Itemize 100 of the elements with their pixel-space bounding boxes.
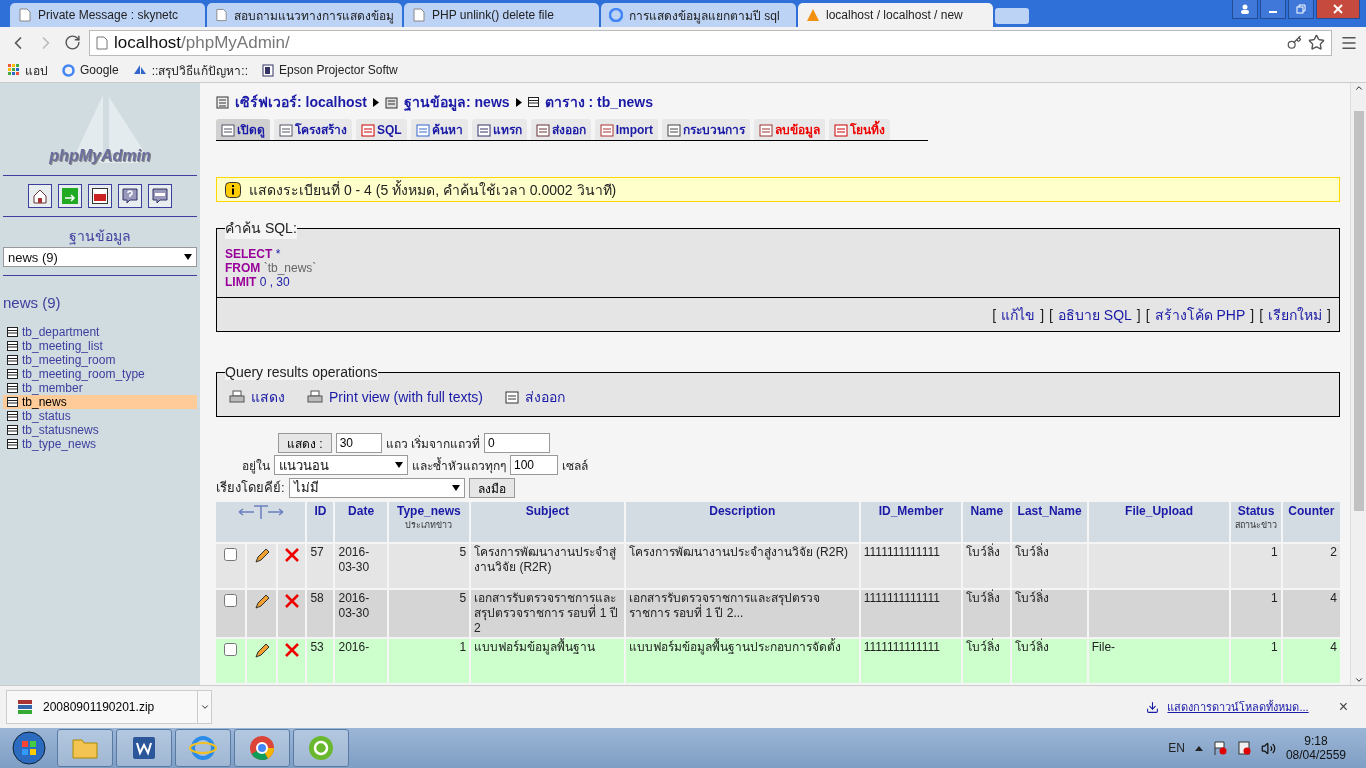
- key-icon[interactable]: [1287, 35, 1302, 50]
- operation-link[interactable]: Print view (with full texts): [307, 389, 484, 405]
- column-header[interactable]: Status สถานะข่าว: [1231, 502, 1281, 542]
- user-button[interactable]: [1232, 0, 1258, 19]
- address-field[interactable]: localhost/phpMyAdmin/: [89, 29, 1332, 56]
- pencil-icon[interactable]: [253, 548, 270, 564]
- pencil-icon[interactable]: [253, 594, 270, 610]
- table-tab[interactable]: Import: [594, 119, 658, 140]
- column-header[interactable]: ID_Member: [860, 502, 962, 542]
- table-tab[interactable]: เปิดดู: [216, 119, 270, 140]
- home-button[interactable]: [28, 184, 52, 208]
- delete-x-icon[interactable]: [284, 548, 299, 562]
- delete-x-icon[interactable]: [284, 594, 299, 608]
- table-link[interactable]: tb_statusnews: [3, 423, 197, 437]
- mode-select[interactable]: แนวนอน: [274, 455, 408, 475]
- table-tab[interactable]: กระบวนการ: [662, 119, 750, 140]
- sql-action-link[interactable]: แก้ไข: [1001, 303, 1036, 326]
- volume-icon[interactable]: [1260, 740, 1276, 756]
- pencil-icon[interactable]: [253, 643, 270, 659]
- taskbar-button[interactable]: [175, 729, 231, 767]
- table-link[interactable]: tb_news: [3, 395, 197, 409]
- exit-button[interactable]: [58, 184, 82, 208]
- sort-select[interactable]: ไม่มี: [288, 477, 465, 498]
- download-item[interactable]: 20080901190201.zip: [6, 690, 212, 724]
- scrollbar[interactable]: [1350, 83, 1366, 685]
- scroll-down-icon[interactable]: [1353, 675, 1364, 685]
- row-checkbox[interactable]: [224, 548, 238, 561]
- operation-link[interactable]: ส่งออก: [505, 386, 566, 408]
- table-tab[interactable]: โยนทิ้ง: [829, 119, 890, 140]
- table-link[interactable]: tb_meeting_list: [3, 339, 197, 353]
- help-button[interactable]: [118, 184, 142, 208]
- taskbar-button[interactable]: [116, 729, 172, 767]
- table-link[interactable]: tb_member: [3, 381, 197, 395]
- network-icon[interactable]: [1236, 741, 1251, 755]
- column-header[interactable]: Name: [963, 502, 1011, 542]
- table-cell: โครงการพัฒนางานประจำสู่งานวิจัย (R2R): [471, 544, 624, 588]
- table-link[interactable]: tb_meeting_room: [3, 353, 197, 367]
- column-header[interactable]: Counter: [1282, 502, 1340, 542]
- bookmark-link[interactable]: แอป: [8, 60, 48, 80]
- breadcrumb-link[interactable]: เซิร์ฟเวอร์: localhost: [235, 91, 367, 113]
- sql-docs-button[interactable]: [148, 184, 172, 208]
- column-header[interactable]: Subject: [471, 502, 624, 542]
- delete-x-icon[interactable]: [284, 643, 299, 657]
- rows-field[interactable]: 30: [335, 433, 382, 453]
- database-select[interactable]: news (9): [3, 247, 197, 267]
- table-tab[interactable]: แทรก: [471, 119, 527, 140]
- browser-tab[interactable]: Private Message : skynetc: [10, 3, 205, 27]
- scroll-thumb[interactable]: [1353, 111, 1364, 511]
- taskbar-button[interactable]: [234, 729, 290, 767]
- browser-tab[interactable]: สอบถามแนวทางการแสดงข้อมู: [207, 3, 402, 27]
- close-download-bar-button[interactable]: ×: [1338, 698, 1348, 716]
- row-checkbox[interactable]: [224, 594, 238, 607]
- operation-link[interactable]: แสดง: [229, 386, 285, 408]
- minimize-button[interactable]: [1260, 0, 1286, 19]
- table-tab[interactable]: SQL: [356, 119, 407, 140]
- sql-action-link[interactable]: เรียกใหม่: [1268, 303, 1323, 326]
- go-button[interactable]: ลงมือ: [468, 477, 515, 498]
- row-checkbox[interactable]: [224, 643, 238, 656]
- arrow-up-icon[interactable]: [1194, 745, 1203, 751]
- table-link[interactable]: tb_type_news: [3, 437, 197, 451]
- column-header[interactable]: Date: [335, 502, 387, 542]
- taskbar-button[interactable]: [57, 729, 113, 767]
- column-header[interactable]: Last_Name: [1012, 502, 1087, 542]
- show-button[interactable]: แสดง :: [278, 433, 332, 453]
- bookmark-star-icon[interactable]: [1308, 34, 1325, 51]
- flag-icon[interactable]: [1212, 741, 1227, 755]
- breadcrumb-link[interactable]: ตาราง : tb_news: [544, 91, 654, 113]
- table-link[interactable]: tb_department: [3, 325, 197, 339]
- table-tab[interactable]: ลบข้อมูล: [754, 119, 825, 140]
- show-all-downloads-link[interactable]: แสดงการดาวน์โหลดทั้งหมด...: [1146, 698, 1309, 716]
- sql-window-button[interactable]: [88, 184, 112, 208]
- taskbar-button[interactable]: [293, 729, 349, 767]
- sql-action-link[interactable]: อธิบาย SQL: [1057, 303, 1132, 326]
- table-link[interactable]: tb_status: [3, 409, 197, 423]
- table-tab[interactable]: ส่งออก: [530, 119, 591, 140]
- bookmark-link[interactable]: ::สรุปวิธีแก้ปัญหา::: [132, 60, 249, 80]
- start-row-field[interactable]: 0: [484, 433, 550, 453]
- reload-icon[interactable]: [64, 34, 81, 51]
- column-header[interactable]: ID: [307, 502, 334, 542]
- database-heading[interactable]: news (9): [3, 294, 197, 311]
- bookmark-link[interactable]: Google: [62, 63, 119, 77]
- breadcrumb-link[interactable]: ฐานข้อมูล: news: [404, 91, 510, 113]
- sql-action-link[interactable]: สร้างโค้ด PHP: [1154, 303, 1246, 326]
- language-indicator[interactable]: EN: [1168, 741, 1185, 755]
- browser-tab[interactable]: PHP unlink() delete file: [404, 3, 599, 27]
- scroll-up-icon[interactable]: [1353, 83, 1364, 93]
- restore-button[interactable]: [1288, 0, 1314, 19]
- bookmark-link[interactable]: Epson Projector Softw: [262, 63, 398, 77]
- column-header[interactable]: Description: [625, 502, 859, 542]
- clock[interactable]: 9:18 08/04/2559: [1285, 734, 1346, 762]
- table-tab[interactable]: โครงสร้าง: [274, 119, 352, 140]
- browser-tab[interactable]: การแสดงข้อมูลแยกตามปี sql: [601, 3, 796, 27]
- caret-icon[interactable]: [199, 702, 210, 712]
- repeat-field[interactable]: 100: [510, 455, 558, 475]
- table-tab[interactable]: ค้นหา: [410, 119, 468, 140]
- browser-tab[interactable]: localhost / localhost / new: [798, 3, 993, 27]
- table-link[interactable]: tb_meeting_room_type: [3, 367, 197, 381]
- column-header[interactable]: Type_news ประเภทข่าว: [388, 502, 470, 542]
- close-button[interactable]: [1316, 0, 1360, 19]
- column-header[interactable]: File_Upload: [1088, 502, 1230, 542]
